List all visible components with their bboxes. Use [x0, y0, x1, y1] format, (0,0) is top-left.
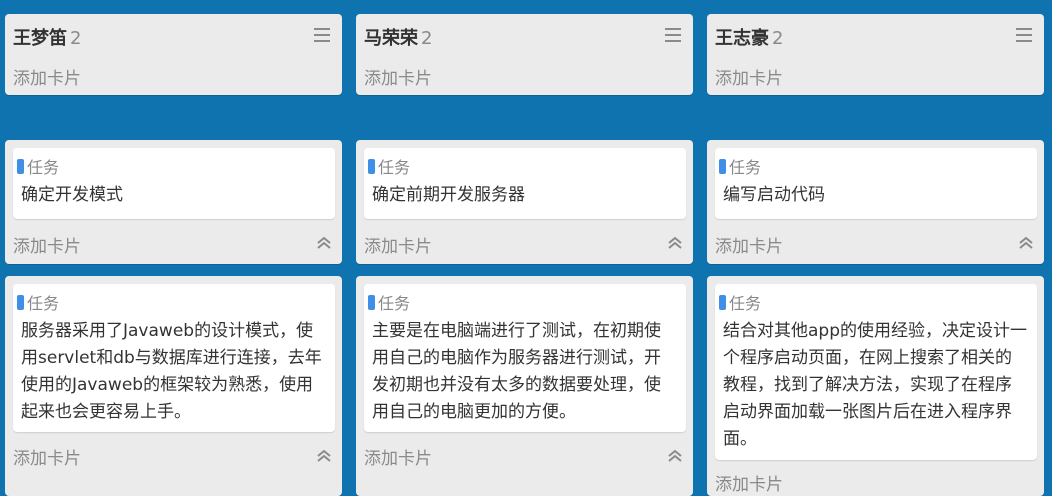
task-card[interactable]: 任务 编写启动代码: [715, 148, 1037, 219]
collapse-icon[interactable]: [316, 235, 332, 251]
member-name: 王志豪 2: [715, 28, 784, 49]
tag-color-marker: [368, 294, 375, 310]
task-list: 任务 编写启动代码 添加卡片: [707, 140, 1044, 264]
task-tag: 任务: [368, 290, 410, 314]
task-tag: 任务: [368, 154, 410, 178]
tag-color-marker: [719, 158, 726, 174]
tag-color-marker: [719, 294, 726, 310]
task-tag: 任务: [17, 154, 59, 178]
collapse-icon[interactable]: [667, 448, 683, 464]
member-list-header: 王梦笛 2 添加卡片: [5, 14, 342, 95]
tag-color-marker: [17, 294, 24, 310]
add-card-button[interactable]: 添加卡片: [13, 232, 81, 257]
task-card-text: 确定开发模式: [21, 185, 123, 205]
card-count: 2: [70, 28, 82, 49]
task-card-text: 主要是在电脑端进行了测试，在初期使用自己的电脑作为服务器进行测试，开发初期也并没…: [372, 321, 661, 422]
task-list: 任务 确定开发模式 添加卡片: [5, 140, 342, 264]
task-card[interactable]: 任务 确定开发模式: [13, 148, 335, 219]
task-card-text: 编写启动代码: [723, 185, 825, 205]
member-list-header: 王志豪 2 添加卡片: [707, 14, 1044, 95]
task-tag: 任务: [17, 290, 59, 314]
card-count: 2: [772, 28, 784, 49]
add-card-button[interactable]: 添加卡片: [13, 444, 81, 469]
collapse-icon[interactable]: [667, 235, 683, 251]
task-card[interactable]: 任务 确定前期开发服务器: [364, 148, 686, 219]
add-card-button[interactable]: 添加卡片: [364, 444, 432, 469]
task-card[interactable]: 任务 服务器采用了Javaweb的设计模式，使用servlet和db与数据库进行…: [13, 284, 335, 432]
task-card[interactable]: 任务 主要是在电脑端进行了测试，在初期使用自己的电脑作为服务器进行测试，开发初期…: [364, 284, 686, 432]
task-card[interactable]: 任务 结合对其他app的使用经验，决定设计一个程序启动页面，在网上搜索了相关的教…: [715, 284, 1037, 460]
task-list: 任务 结合对其他app的使用经验，决定设计一个程序启动页面，在网上搜索了相关的教…: [707, 276, 1044, 496]
list-menu-icon[interactable]: [665, 28, 681, 42]
task-tag: 任务: [719, 290, 761, 314]
task-list: 任务 主要是在电脑端进行了测试，在初期使用自己的电脑作为服务器进行测试，开发初期…: [356, 276, 693, 496]
collapse-icon[interactable]: [1018, 235, 1034, 251]
tag-color-marker: [17, 158, 24, 174]
task-card-text: 服务器采用了Javaweb的设计模式，使用servlet和db与数据库进行连接，…: [21, 321, 322, 422]
member-list-header: 马荣荣 2 添加卡片: [356, 14, 693, 95]
member-name: 王梦笛 2: [13, 28, 82, 49]
task-list: 任务 服务器采用了Javaweb的设计模式，使用servlet和db与数据库进行…: [5, 276, 342, 496]
tag-color-marker: [368, 158, 375, 174]
card-count: 2: [421, 28, 433, 49]
add-card-button[interactable]: 添加卡片: [715, 64, 783, 89]
add-card-button[interactable]: 添加卡片: [715, 470, 783, 495]
list-menu-icon[interactable]: [1016, 28, 1032, 42]
add-card-button[interactable]: 添加卡片: [715, 232, 783, 257]
task-card-text: 确定前期开发服务器: [372, 185, 525, 205]
task-card-text: 结合对其他app的使用经验，决定设计一个程序启动页面，在网上搜索了相关的教程，找…: [723, 321, 1027, 449]
add-card-button[interactable]: 添加卡片: [364, 64, 432, 89]
member-name: 马荣荣 2: [364, 28, 433, 49]
add-card-button[interactable]: 添加卡片: [13, 64, 81, 89]
task-list: 任务 确定前期开发服务器 添加卡片: [356, 140, 693, 264]
list-menu-icon[interactable]: [314, 28, 330, 42]
task-tag: 任务: [719, 154, 761, 178]
add-card-button[interactable]: 添加卡片: [364, 232, 432, 257]
collapse-icon[interactable]: [316, 448, 332, 464]
